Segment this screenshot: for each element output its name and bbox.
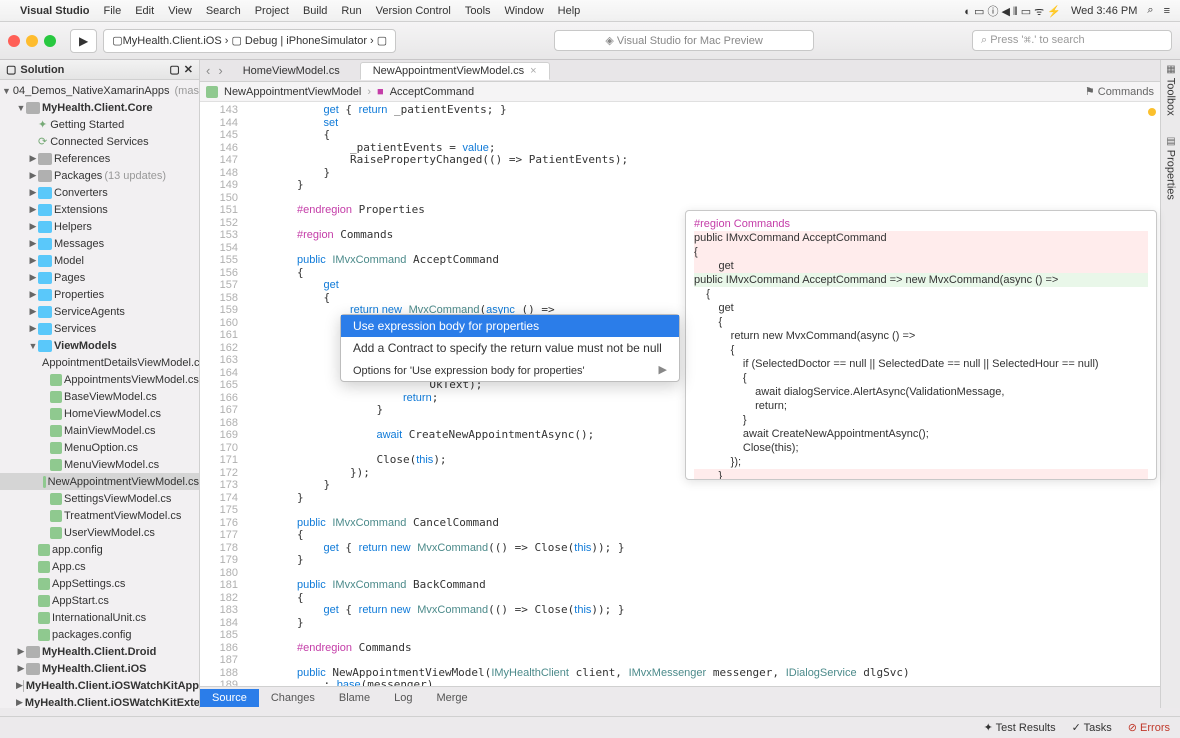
editor-bottom-tabs: Source Changes Blame Log Merge: [200, 686, 1160, 708]
tree-item[interactable]: TreatmentViewModel.cs: [0, 507, 199, 524]
tree-item[interactable]: ▶Properties: [0, 286, 199, 303]
tree-item[interactable]: packages.config: [0, 626, 199, 643]
menu-tools[interactable]: Tools: [465, 5, 491, 17]
close-window-button[interactable]: [8, 35, 20, 47]
tree-item[interactable]: UserViewModel.cs: [0, 524, 199, 541]
solution-pad: ▢ Solution ▢✕ ▼ 04_Demos_NativeXamarinAp…: [0, 60, 200, 708]
tree-item[interactable]: HomeViewModel.cs: [0, 405, 199, 422]
menu-file[interactable]: File: [103, 5, 121, 17]
run-button[interactable]: ▶: [70, 29, 97, 53]
zoom-window-button[interactable]: [44, 35, 56, 47]
menu-extras-icon[interactable]: ≡: [1164, 5, 1170, 17]
solution-root[interactable]: ▼ 04_Demos_NativeXamarinApps (master): [0, 82, 199, 99]
tree-item[interactable]: ▶ServiceAgents: [0, 303, 199, 320]
tree-item[interactable]: NewAppointmentViewModel.cs: [0, 473, 199, 490]
breadcrumb-member[interactable]: AcceptCommand: [390, 86, 474, 98]
tab-source[interactable]: Source: [200, 689, 259, 707]
tree-item[interactable]: ▼MyHealth.Client.Core: [0, 99, 199, 116]
breadcrumb-bar: NewAppointmentViewModel › ■ AcceptComman…: [200, 82, 1160, 102]
tree-item[interactable]: ⟳Connected Services: [0, 133, 199, 150]
tree-item[interactable]: App.cs: [0, 558, 199, 575]
menu-view[interactable]: View: [168, 5, 192, 17]
tree-item[interactable]: ▶MyHealth.Client.iOSWatchKitExtension: [0, 694, 199, 708]
nav-forward-button[interactable]: ›: [218, 63, 222, 78]
menu-search[interactable]: Search: [206, 5, 241, 17]
tab-changes[interactable]: Changes: [259, 689, 327, 707]
status-test-results[interactable]: ✦ Test Results: [984, 721, 1056, 734]
editor-tab-active[interactable]: NewAppointmentViewModel.cs×: [360, 62, 550, 80]
tree-item[interactable]: ▶Services: [0, 320, 199, 337]
tree-item[interactable]: ▶Extensions: [0, 201, 199, 218]
refactor-preview-panel: #region Commandspublic IMvxCommand Accep…: [685, 210, 1157, 480]
clock: Wed 3:46 PM: [1071, 5, 1137, 17]
search-field[interactable]: ⌕ Press '⌘.' to search: [972, 30, 1172, 51]
tree-item[interactable]: ▶Model: [0, 252, 199, 269]
target-selector[interactable]: ▢ MyHealth.Client.iOS › ▢ Debug | iPhone…: [103, 29, 396, 53]
status-icons: ◐ ▭ ⓘ ◀ ⫴ ▭ ᯤ ⚡: [964, 3, 1061, 19]
close-tab-icon[interactable]: ×: [530, 65, 536, 77]
tab-log[interactable]: Log: [382, 689, 424, 707]
tree-item[interactable]: AppSettings.cs: [0, 575, 199, 592]
menu-build[interactable]: Build: [303, 5, 327, 17]
tree-item[interactable]: MainViewModel.cs: [0, 422, 199, 439]
tree-item[interactable]: ✦Getting Started: [0, 116, 199, 133]
tree-item[interactable]: ▶MyHealth.Client.iOS: [0, 660, 199, 677]
menu-help[interactable]: Help: [558, 5, 581, 17]
status-errors[interactable]: ⊘ Errors: [1128, 721, 1170, 734]
menu-run[interactable]: Run: [341, 5, 361, 17]
status-display: ◈ Visual Studio for Mac Preview: [554, 30, 813, 51]
quickfix-item[interactable]: Add a Contract to specify the return val…: [341, 337, 679, 359]
window-toolbar: ▶ ▢ MyHealth.Client.iOS › ▢ Debug | iPho…: [0, 22, 1180, 60]
tree-item[interactable]: AppointmentDetailsViewModel.cs: [0, 354, 199, 371]
tree-item[interactable]: MenuViewModel.cs: [0, 456, 199, 473]
menu-vc[interactable]: Version Control: [376, 5, 451, 17]
commands-indicator[interactable]: ⚑ Commands: [1085, 85, 1154, 98]
solution-tree[interactable]: ▼ 04_Demos_NativeXamarinApps (master) ▼M…: [0, 80, 199, 708]
warning-marker[interactable]: [1148, 108, 1156, 116]
menu-project[interactable]: Project: [255, 5, 289, 17]
quickfix-item-submenu[interactable]: Options for 'Use expression body for pro…: [341, 359, 679, 381]
quickfix-item-selected[interactable]: Use expression body for properties: [341, 315, 679, 337]
tree-item[interactable]: AppointmentsViewModel.cs: [0, 371, 199, 388]
quickfix-popup: Use expression body for properties Add a…: [340, 314, 680, 382]
menu-edit[interactable]: Edit: [135, 5, 154, 17]
status-bar: ✦ Test Results ✓ Tasks ⊘ Errors: [0, 716, 1180, 738]
class-icon: [206, 86, 218, 98]
tree-item[interactable]: ▶References: [0, 150, 199, 167]
pad-options-icon[interactable]: ▢: [169, 63, 179, 76]
nav-back-button[interactable]: ‹: [206, 63, 210, 78]
tree-item[interactable]: InternationalUnit.cs: [0, 609, 199, 626]
pad-close-icon[interactable]: ✕: [184, 63, 193, 76]
solution-pad-header: ▢ Solution ▢✕: [0, 60, 199, 80]
tree-item[interactable]: ▶Pages: [0, 269, 199, 286]
tree-item[interactable]: ▶Messages: [0, 235, 199, 252]
tree-item[interactable]: ▶MyHealth.Client.Droid: [0, 643, 199, 660]
tab-blame[interactable]: Blame: [327, 689, 382, 707]
tab-merge[interactable]: Merge: [424, 689, 479, 707]
tree-item[interactable]: MenuOption.cs: [0, 439, 199, 456]
tree-item[interactable]: ▼ViewModels: [0, 337, 199, 354]
tree-item[interactable]: ▶Packages(13 updates): [0, 167, 199, 184]
breadcrumb-class[interactable]: NewAppointmentViewModel: [224, 86, 361, 98]
tree-item[interactable]: BaseViewModel.cs: [0, 388, 199, 405]
tree-item[interactable]: app.config: [0, 541, 199, 558]
tree-item[interactable]: SettingsViewModel.cs: [0, 490, 199, 507]
status-tasks[interactable]: ✓ Tasks: [1072, 721, 1112, 734]
tree-item[interactable]: ▶MyHealth.Client.iOSWatchKitApp: [0, 677, 199, 694]
tree-item[interactable]: AppStart.cs: [0, 592, 199, 609]
tree-item[interactable]: ▶Helpers: [0, 218, 199, 235]
traffic-lights: [8, 35, 56, 47]
line-number-gutter: 143 144 145 146 147 148 149 150 151 152 …: [200, 102, 244, 686]
app-name[interactable]: Visual Studio: [20, 5, 89, 17]
minimize-window-button[interactable]: [26, 35, 38, 47]
spotlight-icon[interactable]: ⌕: [1147, 4, 1153, 17]
tree-item[interactable]: ▶Converters: [0, 184, 199, 201]
menu-window[interactable]: Window: [505, 5, 544, 17]
editor-tab-inactive[interactable]: HomeViewModel.cs: [231, 63, 352, 79]
editor-tab-bar: ‹ › HomeViewModel.cs NewAppointmentViewM…: [200, 60, 1160, 82]
properties-pad-tab[interactable]: ▤ Properties: [1165, 136, 1177, 200]
macos-menubar: Visual Studio File Edit View Search Proj…: [0, 0, 1180, 22]
right-pad-rail: ▦ Toolbox ▤ Properties: [1160, 60, 1180, 708]
toolbox-pad-tab[interactable]: ▦ Toolbox: [1165, 64, 1177, 116]
